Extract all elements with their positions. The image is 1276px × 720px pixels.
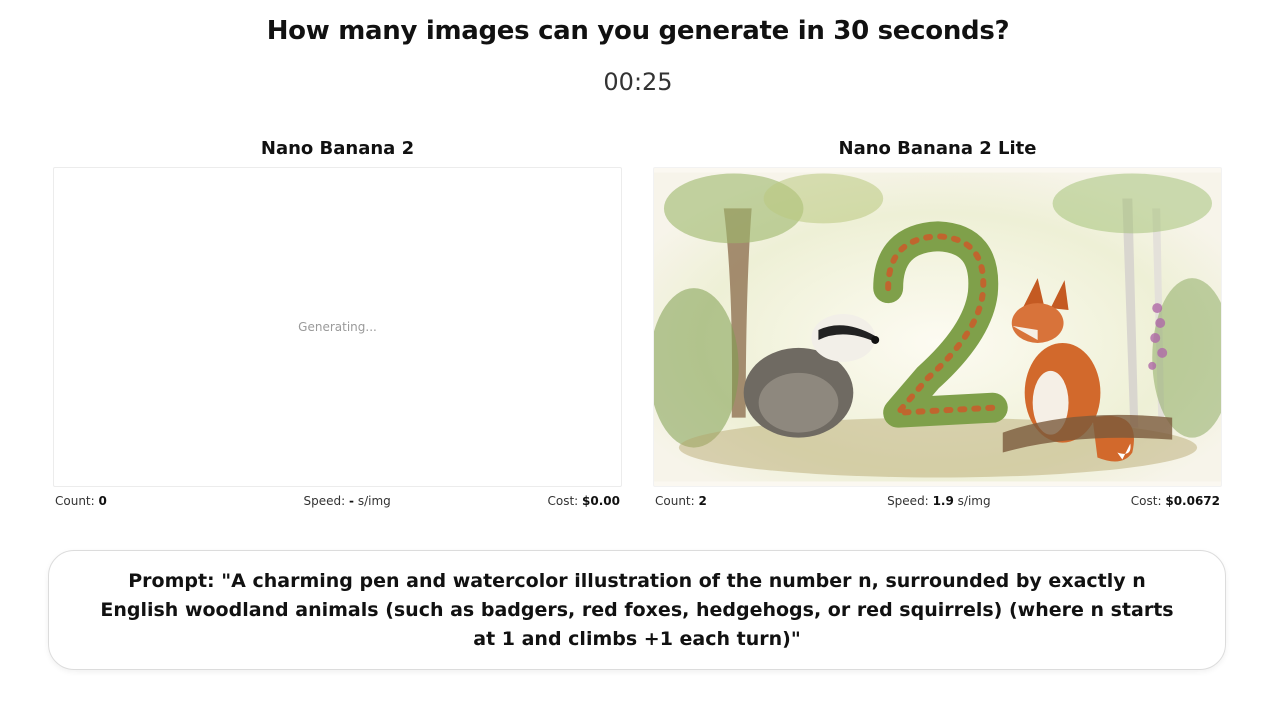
generating-status: Generating... — [298, 320, 377, 334]
count-label: Count: — [655, 494, 695, 508]
count-stat: Count: 2 — [655, 494, 707, 508]
cost-label: Cost: — [547, 494, 579, 508]
prompt-card: Prompt: "A charming pen and watercolor i… — [48, 550, 1226, 670]
cost-label: Cost: — [1130, 494, 1162, 508]
speed-value: 1.9 — [932, 494, 954, 508]
speed-stat: Speed: 1.9 s/img — [887, 494, 991, 508]
speed-stat: Speed: - s/img — [304, 494, 391, 508]
speed-value: - — [349, 494, 355, 508]
model-panel-right: Nano Banana 2 Lite Count: 2 Speed: 1.9 s… — [653, 137, 1222, 508]
count-value: 2 — [698, 494, 707, 508]
model-name: Nano Banana 2 — [260, 138, 415, 159]
count-stat: Count: 0 — [55, 494, 107, 508]
speed-label: Speed: — [887, 494, 929, 508]
speed-unit: s/img — [957, 494, 991, 508]
speed-label: Speed: — [303, 494, 346, 508]
cost-stat: Cost: $0.0672 — [1131, 494, 1220, 508]
count-value: 0 — [98, 494, 107, 508]
generated-image — [654, 172, 1221, 482]
speed-unit: s/img — [357, 494, 391, 508]
stats-row: Count: 2 Speed: 1.9 s/img Cost: $0.0672 — [653, 494, 1222, 508]
count-label: Count: — [55, 494, 95, 508]
cost-value: $0.00 — [582, 494, 620, 508]
stats-row: Count: 0 Speed: - s/img Cost: $0.00 — [53, 494, 622, 508]
image-output-frame: Generating... — [53, 167, 622, 487]
cost-stat: Cost: $0.00 — [547, 494, 620, 508]
page-title: How many images can you generate in 30 s… — [266, 16, 1010, 46]
countdown-timer: 00:25 — [603, 68, 673, 96]
cost-value: $0.0672 — [1165, 494, 1220, 508]
model-name: Nano Banana 2 Lite — [838, 138, 1037, 159]
image-output-frame — [653, 167, 1222, 487]
prompt-text: Prompt: "A charming pen and watercolor i… — [100, 569, 1174, 650]
model-panel-left: Nano Banana 2 Generating... Count: 0 Spe… — [53, 137, 622, 508]
